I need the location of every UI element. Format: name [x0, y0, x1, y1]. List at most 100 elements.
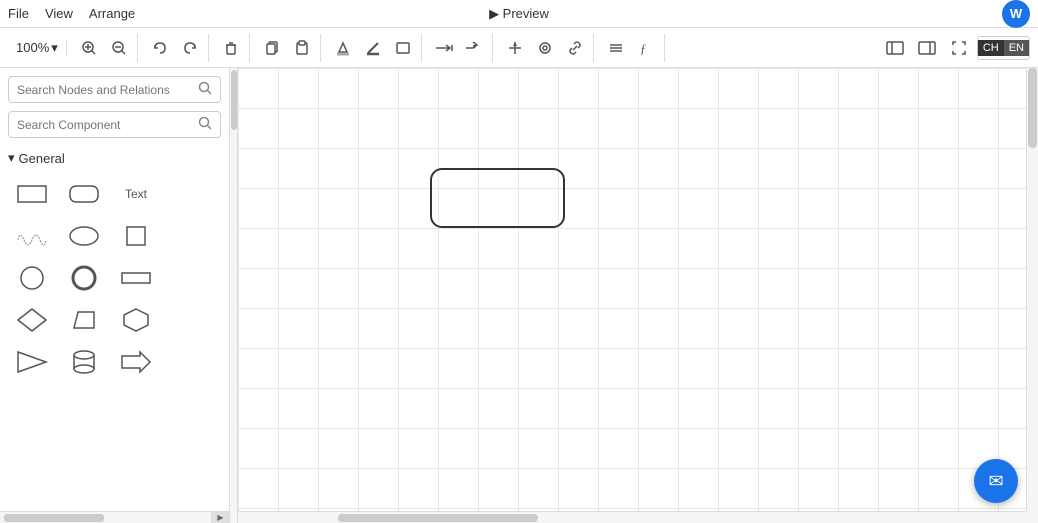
- shape-squiggle[interactable]: [8, 218, 56, 254]
- panel-right-icon: [918, 40, 936, 56]
- arrow-button[interactable]: [430, 34, 458, 62]
- shape-icon: [395, 40, 411, 56]
- toolbar-connector-group: [426, 34, 493, 62]
- cycle-icon: [537, 40, 553, 56]
- shape-rounded-rectangle[interactable]: [60, 176, 108, 212]
- shape-hexagon[interactable]: [112, 302, 160, 338]
- search-component-icon[interactable]: [198, 116, 212, 133]
- toolbar: 100% ▾: [0, 28, 1038, 68]
- float-btn-icon: ✉: [988, 471, 1003, 492]
- search-nodes-box[interactable]: [8, 76, 221, 103]
- fill-button[interactable]: [329, 34, 357, 62]
- canvas-area[interactable]: ✉: [238, 68, 1038, 523]
- canvas-scroll-h-thumb[interactable]: [338, 514, 538, 522]
- toolbar-clipboard-group: [254, 34, 321, 62]
- toolbar-history-group: [142, 34, 209, 62]
- paste-button[interactable]: [288, 34, 316, 62]
- search-component-box[interactable]: [8, 111, 221, 138]
- redo-icon: [182, 40, 198, 56]
- delete-icon: [223, 40, 239, 56]
- sidebar-scrollbar-v: [230, 68, 238, 523]
- search-component-input[interactable]: [17, 118, 198, 132]
- formula-button[interactable]: ƒ: [632, 34, 660, 62]
- shape-ellipse[interactable]: [60, 218, 108, 254]
- shape-cylinder[interactable]: [60, 344, 108, 380]
- canvas-shape-rounded-rect[interactable]: [430, 168, 565, 228]
- toolbar-zoom-btns: [71, 34, 138, 62]
- toolbar-insert-group: [497, 34, 594, 62]
- shape-square[interactable]: [112, 218, 160, 254]
- undo-icon: [152, 40, 168, 56]
- zoom-out-button[interactable]: [105, 34, 133, 62]
- toolbar-delete-group: [213, 34, 250, 62]
- float-action-button[interactable]: ✉: [974, 459, 1018, 503]
- lang-en-button[interactable]: EN: [1004, 40, 1029, 56]
- preview-button[interactable]: ▶ Preview: [489, 6, 549, 22]
- delete-button[interactable]: [217, 34, 245, 62]
- sidebar-scrollbar-h: ▶: [0, 511, 229, 523]
- menu-file[interactable]: File: [8, 6, 29, 21]
- sidebar-scroll-v-thumb[interactable]: [231, 70, 237, 130]
- toolbar-layers-group: ƒ: [598, 34, 665, 62]
- zoom-out-icon: [111, 40, 127, 56]
- stroke-icon: [365, 40, 381, 56]
- svg-text:ƒ: ƒ: [640, 41, 647, 56]
- paste-icon: [294, 40, 310, 56]
- shape-button[interactable]: [389, 34, 417, 62]
- shape-text-label: Text: [125, 187, 147, 201]
- canvas-grid[interactable]: [238, 68, 1038, 523]
- menu-arrange[interactable]: Arrange: [89, 6, 135, 21]
- panel-left-icon: [886, 40, 904, 56]
- zoom-value: 100%: [16, 40, 49, 55]
- lang-ch-button[interactable]: CH: [978, 40, 1004, 56]
- section-general-label: General: [19, 151, 65, 166]
- section-general-header[interactable]: ▾ General: [8, 146, 221, 170]
- insert-icon: [507, 40, 523, 56]
- zoom-dropdown-icon: ▾: [51, 40, 58, 56]
- link-icon: [567, 40, 583, 56]
- search-nodes-input[interactable]: [17, 83, 198, 97]
- copy-button[interactable]: [258, 34, 286, 62]
- panel-left-button[interactable]: [881, 34, 909, 62]
- fullscreen-icon: [951, 40, 967, 56]
- toolbar-zoom-group: 100% ▾: [8, 40, 67, 56]
- connector-button[interactable]: [460, 34, 488, 62]
- user-avatar[interactable]: W: [1002, 0, 1030, 28]
- preview-label: ▶ Preview: [489, 6, 549, 22]
- canvas-scrollbar-h[interactable]: [238, 511, 1026, 523]
- canvas-scrollbar-v[interactable]: [1026, 68, 1038, 511]
- menu-bar: File View Arrange ▶ Preview W: [0, 0, 1038, 28]
- insert-button[interactable]: [501, 34, 529, 62]
- canvas-scroll-v-thumb[interactable]: [1028, 68, 1037, 148]
- cycle-button[interactable]: [531, 34, 559, 62]
- toolbar-right: CH EN: [881, 34, 1030, 62]
- stroke-button[interactable]: [359, 34, 387, 62]
- main-content: ▾ General Text: [0, 68, 1038, 523]
- zoom-display[interactable]: 100% ▾: [12, 40, 62, 56]
- shape-rectangle[interactable]: [8, 176, 56, 212]
- formula-icon: ƒ: [638, 40, 654, 56]
- shape-text[interactable]: Text: [112, 176, 160, 212]
- sidebar-expand-button[interactable]: ▶: [211, 512, 229, 523]
- panel-right-button[interactable]: [913, 34, 941, 62]
- sidebar-scroll-thumb[interactable]: [4, 514, 104, 522]
- layers-button[interactable]: [602, 34, 630, 62]
- shape-parallelogram[interactable]: [60, 302, 108, 338]
- shape-circle-bold[interactable]: [60, 260, 108, 296]
- shape-circle-outline[interactable]: [8, 260, 56, 296]
- connector-icon: [464, 40, 484, 56]
- language-switcher[interactable]: CH EN: [977, 36, 1030, 60]
- fullscreen-button[interactable]: [945, 34, 973, 62]
- shape-rect-small[interactable]: [112, 260, 160, 296]
- shape-diamond[interactable]: [8, 302, 56, 338]
- search-nodes-icon[interactable]: [198, 81, 212, 98]
- menu-view[interactable]: View: [45, 6, 73, 21]
- undo-button[interactable]: [146, 34, 174, 62]
- redo-button[interactable]: [176, 34, 204, 62]
- fill-icon: [335, 40, 351, 56]
- zoom-in-button[interactable]: [75, 34, 103, 62]
- shape-triangle[interactable]: [8, 344, 56, 380]
- link-button[interactable]: [561, 34, 589, 62]
- copy-icon: [264, 40, 280, 56]
- shape-arrow-right[interactable]: [112, 344, 160, 380]
